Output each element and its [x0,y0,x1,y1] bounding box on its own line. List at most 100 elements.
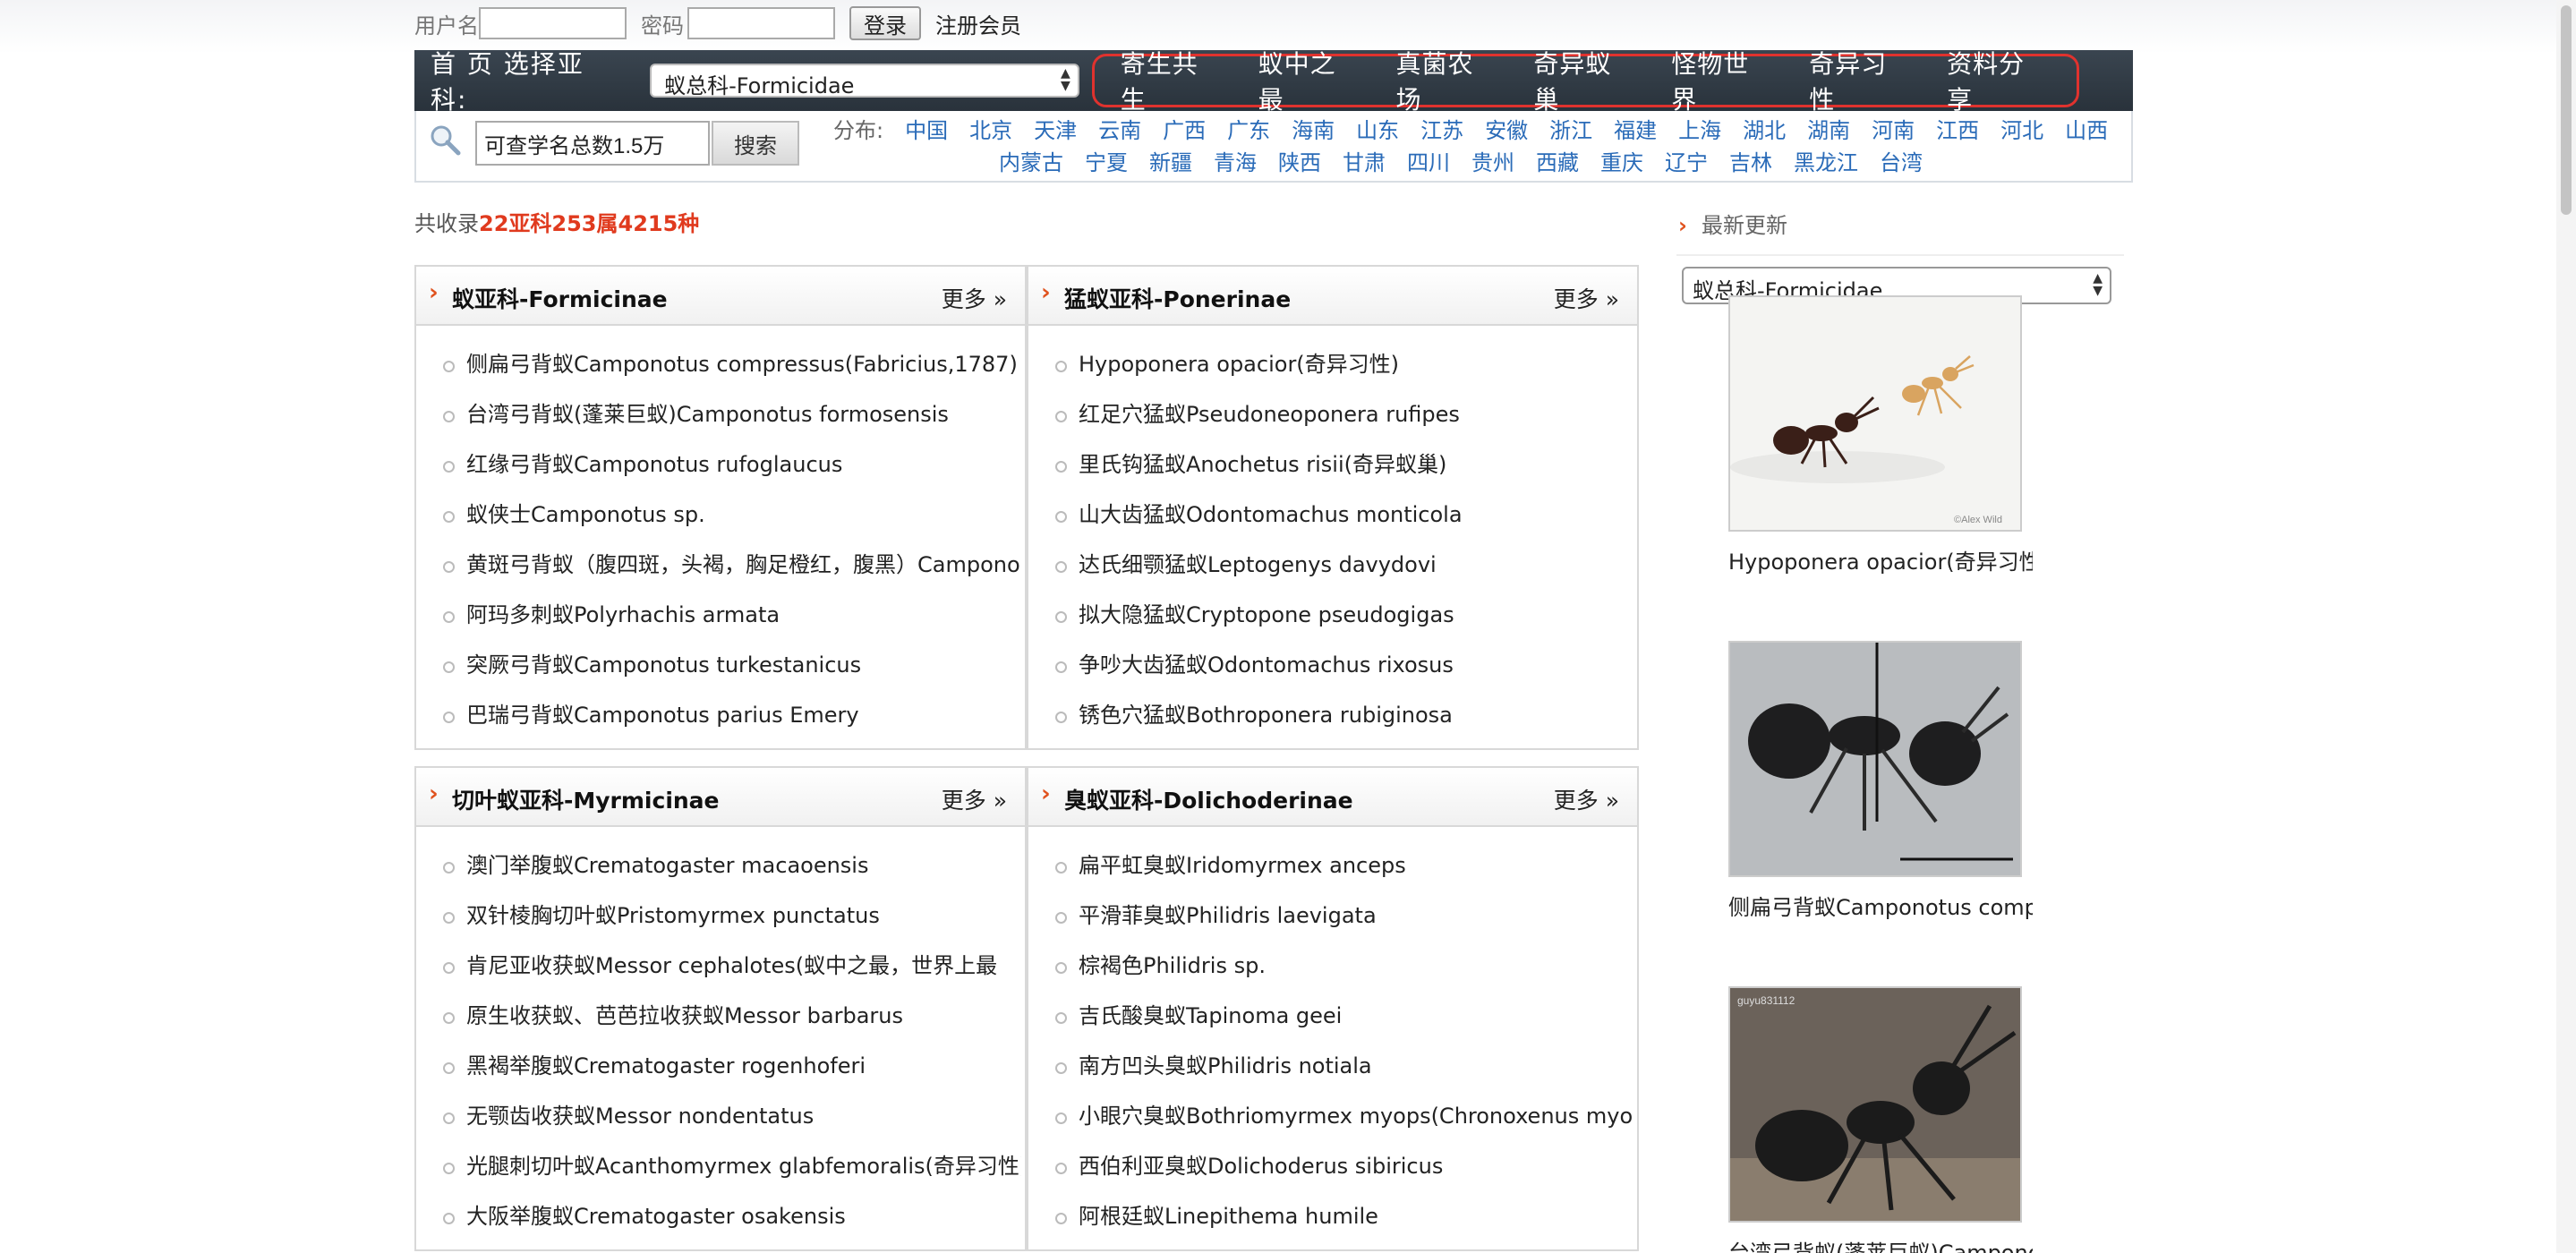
search-input[interactable] [475,121,710,166]
province-link[interactable]: 上海 [1678,115,1721,147]
species-item[interactable]: 蚁侠士Camponotus sp. [439,499,1021,550]
province-link[interactable]: 西藏 [1536,147,1579,179]
province-link[interactable]: 海南 [1292,115,1335,147]
species-item[interactable]: 小眼穴臭蚁Bothriomyrmex myops(Chronoxenus myo… [1052,1101,1633,1151]
province-link[interactable]: 陕西 [1278,147,1321,179]
province-link[interactable]: 辽宁 [1665,147,1708,179]
more-link[interactable]: 更多 » [942,282,1007,314]
species-item[interactable]: 平滑菲臭蚁Philidris laevigata [1052,900,1633,950]
menu-item-fungus-farm[interactable]: 真菌农场 [1379,45,1517,116]
species-item[interactable]: 大阪举腹蚁Crematogaster osakensis [439,1201,1021,1251]
province-link[interactable]: 湖北 [1743,115,1786,147]
species-item[interactable]: 红足穴猛蚁Pseudoneoponera rufipes [1052,399,1633,449]
province-link[interactable]: 青海 [1214,147,1257,179]
menu-item-strange-habits[interactable]: 奇异习性 [1792,45,1930,116]
province-link[interactable]: 福建 [1614,115,1657,147]
menu-item-records[interactable]: 蚁中之最 [1241,45,1379,116]
username-input[interactable] [479,7,627,39]
province-link[interactable]: 河北 [2000,115,2043,147]
species-item[interactable]: 里氏钩猛蚁Anochetus risii(奇异蚁巢) [1052,449,1633,499]
species-item[interactable]: 拟大隐猛蚁Cryptopone pseudogigas [1052,600,1633,650]
species-item[interactable]: 侧扁弓背蚁Camponotus compressus(Fabricius,178… [439,349,1021,399]
species-item[interactable]: 阿根廷蚁Linepithema humile [1052,1201,1633,1251]
species-item[interactable]: 光腿刺切叶蚁Acanthomyrmex glabfemoralis(奇异习性) [439,1151,1021,1201]
province-link[interactable]: 北京 [969,115,1012,147]
vertical-scrollbar[interactable] [2556,0,2576,1253]
species-item[interactable]: 吉氏酸臭蚁Tapinoma geei [1052,1001,1633,1051]
province-link[interactable]: 山西 [2065,115,2108,147]
province-link[interactable]: 贵州 [1471,147,1514,179]
password-input[interactable] [687,7,835,39]
scrollbar-thumb[interactable] [2561,5,2572,215]
thumb-card[interactable]: guyu831112 台湾弓背蚁(蓬莱巨蚁)Campono [1728,986,2033,1253]
panel-title[interactable]: 臭蚁亚科-Dolichoderinae [1064,783,1353,815]
panel-title[interactable]: 猛蚁亚科-Ponerinae [1064,282,1291,314]
thumb-card[interactable]: ©Alex Wild Hypoponera opacior(奇异习性) [1728,295,2033,575]
species-item[interactable]: 黑褐举腹蚁Crematogaster rogenhoferi [439,1051,1021,1101]
search-button[interactable]: 搜索 [712,121,799,166]
species-item[interactable]: 锈色穴猛蚁Bothroponera rubiginosa [1052,700,1633,750]
species-item[interactable]: 达氏细颚猛蚁Leptogenys davydovi [1052,550,1633,600]
species-item[interactable]: 巴瑞弓背蚁Camponotus parius Emery [439,700,1021,750]
thumb-caption[interactable]: 侧扁弓背蚁Camponotus compr [1728,890,2033,921]
menu-item-monster-world[interactable]: 怪物世界 [1654,45,1792,116]
species-item[interactable]: 双针棱胸切叶蚁Pristomyrmex punctatus [439,900,1021,950]
species-item[interactable]: 肯尼亚收获蚁Messor cephalotes(蚁中之最，世界上最 [439,950,1021,1001]
province-link[interactable]: 广东 [1227,115,1270,147]
species-item[interactable]: 山大齿猛蚁Odontomachus monticola [1052,499,1633,550]
more-link[interactable]: 更多 » [1554,783,1619,815]
province-link[interactable]: 宁夏 [1085,147,1128,179]
province-link[interactable]: 重庆 [1600,147,1643,179]
province-link[interactable]: 内蒙古 [999,147,1063,179]
login-button[interactable]: 登录 [849,6,921,40]
province-link[interactable]: 湖南 [1807,115,1850,147]
menu-item-strange-nests[interactable]: 奇异蚁巢 [1516,45,1654,116]
species-item[interactable]: 澳门举腹蚁Crematogaster macaoensis [439,850,1021,900]
species-item[interactable]: 南方凹头臭蚁Philidris notiala [1052,1051,1633,1101]
subfamily-select[interactable]: 蚁总科-Formicidae ▲ ▼ [650,64,1079,98]
ant-photo[interactable]: guyu831112 [1728,986,2022,1223]
species-item[interactable]: 争吵大齿猛蚁Odontomachus rixosus [1052,650,1633,700]
species-item[interactable]: 突厥弓背蚁Camponotus turkestanicus [439,650,1021,700]
ant-photo[interactable] [1728,641,2022,877]
province-link[interactable]: 云南 [1098,115,1141,147]
province-link[interactable]: 江苏 [1420,115,1463,147]
species-item[interactable]: 无颚齿收获蚁Messor nondentatus [439,1101,1021,1151]
province-link[interactable]: 河南 [1872,115,1915,147]
province-link[interactable]: 新疆 [1149,147,1192,179]
province-link[interactable]: 甘肃 [1343,147,1386,179]
panel-title[interactable]: 蚁亚科-Formicinae [452,282,668,314]
province-link[interactable]: 台湾 [1880,147,1923,179]
thumb-caption[interactable]: Hypoponera opacior(奇异习性) [1728,544,2033,575]
thumb-card[interactable]: 侧扁弓背蚁Camponotus compr [1728,641,2033,921]
province-link[interactable]: 天津 [1034,115,1077,147]
province-link[interactable]: 广西 [1163,115,1206,147]
species-item[interactable]: 西伯利亚臭蚁Dolichoderus sibiricus [1052,1151,1633,1201]
panel-title[interactable]: 切叶蚁亚科-Myrmicinae [452,783,720,815]
species-item[interactable]: 红缘弓背蚁Camponotus rufoglaucus [439,449,1021,499]
species-item[interactable]: 黄斑弓背蚁（腹四斑，头褐，胸足橙红，腹黑）Campono [439,550,1021,600]
species-item[interactable]: 台湾弓背蚁(蓬莱巨蚁)Camponotus formosensis [439,399,1021,449]
province-link[interactable]: 江西 [1936,115,1979,147]
menu-item-resources[interactable]: 资料分享 [1930,45,2068,116]
thumb-caption[interactable]: 台湾弓背蚁(蓬莱巨蚁)Campono [1728,1235,2033,1253]
province-link[interactable]: 浙江 [1549,115,1592,147]
province-link[interactable]: 黑龙江 [1794,147,1858,179]
species-item[interactable]: 阿玛多刺蚁Polyrhachis armata [439,600,1021,650]
species-list: 扁平虹臭蚁Iridomyrmex anceps 平滑菲臭蚁Philidris la… [1028,827,1637,1251]
menu-item-parasitic[interactable]: 寄生共生 [1104,45,1241,116]
home-select-subfamily[interactable]: 首 页 选择亚科: [431,45,621,116]
more-link[interactable]: 更多 » [942,783,1007,815]
more-link[interactable]: 更多 » [1554,282,1619,314]
species-item[interactable]: Hypoponera opacior(奇异习性) [1052,349,1633,399]
province-link[interactable]: 中国 [905,115,948,147]
species-item[interactable]: 原生收获蚁、芭芭拉收获蚁Messor barbarus [439,1001,1021,1051]
register-link[interactable]: 注册会员 [935,8,1021,39]
species-item[interactable]: 棕褐色Philidris sp. [1052,950,1633,1001]
province-link[interactable]: 四川 [1407,147,1450,179]
province-link[interactable]: 山东 [1356,115,1399,147]
province-link[interactable]: 安徽 [1485,115,1528,147]
province-link[interactable]: 吉林 [1729,147,1772,179]
species-item[interactable]: 扁平虹臭蚁Iridomyrmex anceps [1052,850,1633,900]
ant-photo[interactable]: ©Alex Wild [1728,295,2022,532]
